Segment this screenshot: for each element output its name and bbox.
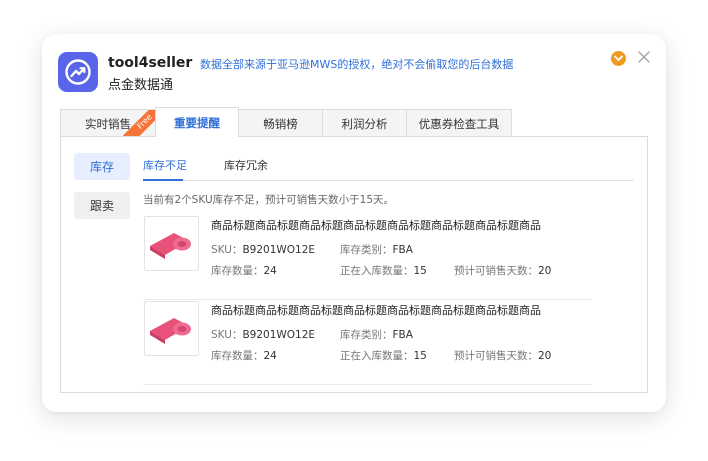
tab-profit-analysis[interactable]: 利润分析	[322, 109, 407, 137]
inbound-qty-field: 正在入库数量：15	[340, 263, 427, 278]
subtab-low-stock[interactable]: 库存不足	[143, 157, 187, 173]
stock-type-value: FBA	[392, 329, 413, 341]
content-panel: 库存 跟卖 库存不足 库存冗余 当前有2个SKU库存不足，预计可销售天数小于15…	[60, 136, 648, 393]
sellable-days-value: 20	[538, 265, 552, 277]
sku-value: B9201WO12E	[242, 329, 316, 341]
stock-type-field: 库存类别：FBA	[340, 327, 413, 342]
stock-type-value: FBA	[392, 244, 413, 256]
stock-type-field: 库存类别：FBA	[340, 242, 413, 257]
product-title: 商品标题商品标题商品标题商品标题商品标题商品标题商品标题商品	[211, 219, 541, 232]
inbound-qty-label: 正在入库数量：	[340, 265, 414, 277]
tab-coupon-checker[interactable]: 优惠券检查工具	[406, 109, 512, 137]
tab-label: 优惠券检查工具	[418, 116, 500, 131]
stock-type-label: 库存类别：	[340, 244, 393, 256]
inbound-qty-value: 15	[413, 350, 427, 362]
trend-chart-icon	[65, 59, 91, 85]
tab-bestsellers[interactable]: 畅销榜	[238, 109, 323, 137]
sellable-days-label: 预计可销售天数：	[454, 265, 538, 277]
stock-type-label: 库存类别：	[340, 329, 393, 341]
sku-field: SKU：B9201WO12E	[211, 327, 315, 342]
product-image	[144, 216, 199, 271]
list-item[interactable]: 商品标题商品标题商品标题商品标题商品标题商品标题商品标题商品 SKU：B9201…	[143, 216, 592, 300]
sku-field: SKU：B9201WO12E	[211, 242, 315, 257]
yoga-mat-image	[150, 318, 191, 344]
sub-tabs: 库存不足 库存冗余	[143, 151, 634, 181]
app-logo	[58, 52, 98, 92]
chevron-down-icon	[614, 55, 623, 61]
stock-qty-field: 库存数量：24	[211, 348, 277, 363]
main-tabs: 实时销售 Free 重要提醒 畅销榜 利润分析 优惠券检查工具	[60, 107, 512, 137]
app-name: tool4seller	[108, 55, 193, 71]
sku-value: B9201WO12E	[242, 244, 316, 256]
app-window: tool4seller 点金数据通 数据全部来源于亚马逊MWS的授权，绝对不会偷…	[42, 34, 666, 412]
sellable-days-value: 20	[538, 350, 552, 362]
product-image	[144, 301, 199, 356]
subtab-label: 库存不足	[143, 159, 187, 172]
subtab-overstock[interactable]: 库存冗余	[224, 157, 268, 173]
inbound-qty-label: 正在入库数量：	[340, 350, 414, 362]
tab-label: 利润分析	[341, 116, 388, 131]
summary-text: 当前有2个SKU库存不足，预计可销售天数小于15天。	[143, 194, 394, 206]
active-subtab-indicator	[143, 179, 183, 181]
inbound-qty-field: 正在入库数量：15	[340, 348, 427, 363]
stock-qty-label: 库存数量：	[211, 265, 264, 277]
sidebar-item-follow-sell[interactable]: 跟卖	[74, 192, 130, 219]
sidebar-item-inventory[interactable]: 库存	[74, 153, 130, 180]
inbound-qty-value: 15	[413, 265, 427, 277]
notify-icon[interactable]	[611, 51, 626, 66]
subtab-label: 库存冗余	[224, 159, 268, 172]
stock-qty-value: 24	[263, 265, 277, 277]
app-subtitle: 点金数据通	[108, 78, 174, 93]
yoga-mat-image	[150, 233, 191, 259]
tab-important-alerts[interactable]: 重要提醒	[155, 107, 239, 137]
sellable-days-field: 预计可销售天数：20	[454, 348, 551, 363]
stock-qty-field: 库存数量：24	[211, 263, 277, 278]
list-item[interactable]: 商品标题商品标题商品标题商品标题商品标题商品标题商品标题商品 SKU：B9201…	[143, 301, 592, 385]
tab-label: 畅销榜	[263, 116, 298, 131]
sku-label: SKU：	[211, 244, 243, 256]
sku-label: SKU：	[211, 329, 243, 341]
sellable-days-field: 预计可销售天数：20	[454, 263, 551, 278]
close-icon[interactable]	[636, 49, 652, 65]
privacy-notice: 数据全部来源于亚马逊MWS的授权，绝对不会偷取您的后台数据	[200, 58, 514, 71]
tab-label: 重要提醒	[174, 115, 220, 130]
stock-qty-value: 24	[263, 350, 277, 362]
stock-qty-label: 库存数量：	[211, 350, 264, 362]
product-title: 商品标题商品标题商品标题商品标题商品标题商品标题商品标题商品	[211, 304, 541, 317]
tab-realtime-sales[interactable]: 实时销售 Free	[60, 109, 156, 137]
tab-label: 实时销售	[85, 116, 131, 131]
sellable-days-label: 预计可销售天数：	[454, 350, 538, 362]
